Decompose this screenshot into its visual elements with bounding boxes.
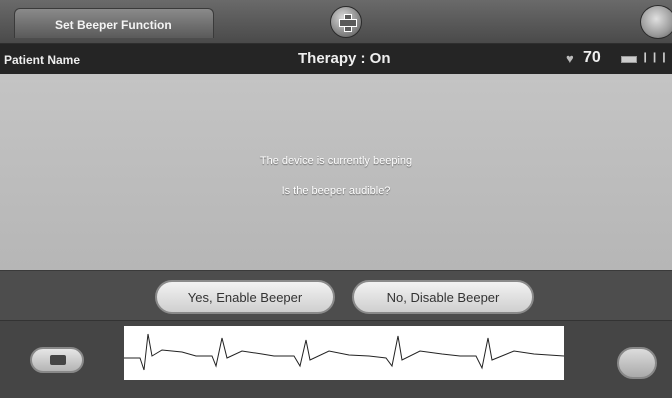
ecg-trace xyxy=(124,333,565,371)
camera-button[interactable] xyxy=(30,347,84,373)
action-bar: Yes, Enable Beeper No, Disable Beeper xyxy=(0,270,672,320)
signal-icon: ❙❙❙ xyxy=(641,52,670,63)
screen-title: Set Beeper Function xyxy=(14,8,214,38)
globe-button[interactable] xyxy=(640,5,672,39)
bottom-bar xyxy=(0,320,672,398)
beeper-question: Is the beeper audible? xyxy=(281,185,391,197)
add-button[interactable] xyxy=(330,6,362,38)
disable-beeper-button[interactable]: No, Disable Beeper xyxy=(352,280,534,314)
top-bar: Set Beeper Function xyxy=(0,0,672,44)
battery-icon xyxy=(621,56,637,63)
ecg-button[interactable] xyxy=(617,347,657,379)
therapy-status: Therapy : On xyxy=(298,50,391,67)
status-bar: Patient Name Therapy : On ♥ 70 ❙❙❙ xyxy=(0,44,672,74)
beeping-message: The device is currently beeping xyxy=(259,155,413,167)
enable-beeper-button[interactable]: Yes, Enable Beeper xyxy=(155,280,335,314)
ecg-strip xyxy=(124,326,565,380)
heart-rate: 70 xyxy=(583,49,601,66)
heart-icon: ♥ xyxy=(566,51,574,66)
dialog-content: The device is currently beeping Is the b… xyxy=(0,74,672,270)
patient-name: Patient Name xyxy=(4,53,81,67)
camera-icon xyxy=(50,355,66,365)
